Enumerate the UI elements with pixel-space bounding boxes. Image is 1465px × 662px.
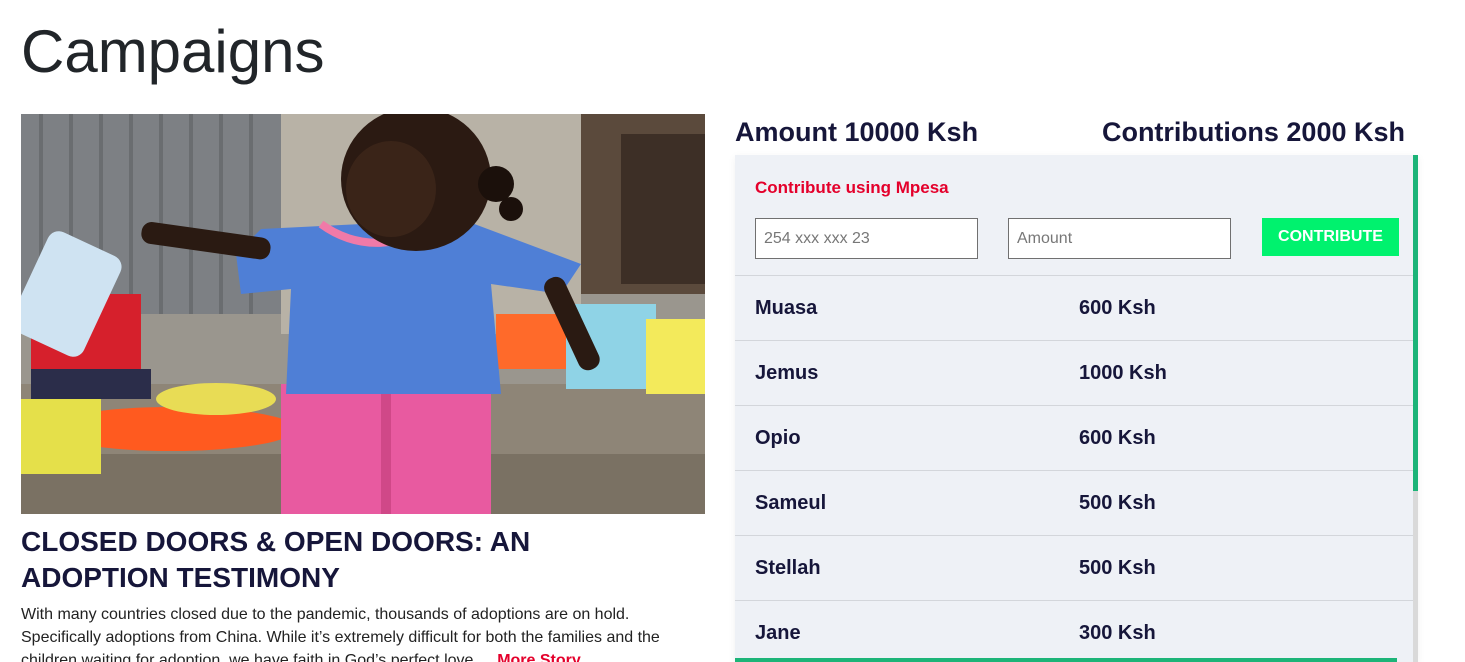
page-title: Campaigns xyxy=(21,18,325,85)
contribution-row: Opio 600 Ksh xyxy=(735,405,1413,470)
contribution-row: Sameul 500 Ksh xyxy=(735,470,1413,535)
contributor-name: Sameul xyxy=(755,491,827,514)
contributions-list[interactable]: Muasa 600 Ksh Jemus 1000 Ksh Opio 600 Ks… xyxy=(735,275,1413,662)
panel-scrollbar-thumb[interactable] xyxy=(1413,155,1418,491)
contribution-row: Jane 300 Ksh xyxy=(735,600,1413,662)
panel-scrollbar[interactable] xyxy=(1413,155,1418,662)
contributor-name: Muasa xyxy=(755,296,818,319)
contribution-row: Jemus 1000 Ksh xyxy=(735,340,1413,405)
contribute-button[interactable]: CONTRIBUTE xyxy=(1262,218,1399,256)
campaign-image xyxy=(21,114,705,514)
contributor-name: Jane xyxy=(755,621,801,644)
contribution-row: Muasa 600 Ksh xyxy=(735,275,1413,340)
contributor-name: Jemus xyxy=(755,361,819,384)
contributions-total: Contributions 2000 Ksh xyxy=(1101,116,1405,147)
contributor-name: Stellah xyxy=(755,556,821,579)
story-title: CLOSED DOORS & OPEN DOORS: AN ADOPTION T… xyxy=(21,526,531,593)
contribution-amount: 500 Ksh xyxy=(1079,491,1156,514)
contribution-amount: 600 Ksh xyxy=(1079,296,1156,319)
contribution-amount: 1000 Ksh xyxy=(1079,361,1167,384)
amount-input[interactable] xyxy=(1008,218,1231,259)
contribute-form-title: Contribute using Mpesa xyxy=(755,178,949,197)
contribution-amount: 500 Ksh xyxy=(1079,556,1156,579)
story-excerpt: With many countries closed due to the pa… xyxy=(21,603,701,662)
contribution-row: Stellah 500 Ksh xyxy=(735,535,1413,600)
contributor-name: Opio xyxy=(755,426,801,449)
phone-input[interactable] xyxy=(755,218,978,259)
contribution-panel: Contribute using Mpesa CONTRIBUTE Muasa … xyxy=(735,155,1418,662)
panel-horizontal-scrollbar[interactable] xyxy=(735,658,1397,662)
target-amount: Amount 10000 Ksh xyxy=(735,116,979,147)
contribution-amount: 600 Ksh xyxy=(1079,426,1156,449)
contribution-amount: 300 Ksh xyxy=(1079,621,1156,644)
campaign-totals: Amount 10000 Ksh Contributions 2000 Ksh xyxy=(735,114,1405,150)
more-story-link[interactable]: More Story xyxy=(497,652,581,662)
